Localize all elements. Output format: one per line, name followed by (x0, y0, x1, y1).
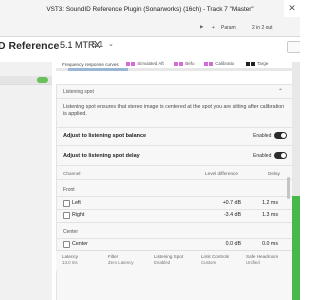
legend-label: Simulated Aft (137, 61, 164, 66)
stat-label: Limit Controls (201, 254, 230, 259)
series-swatch (251, 62, 255, 66)
chevron-down-icon[interactable]: ⌄ (108, 40, 114, 48)
stat-value: Enabled (154, 260, 171, 265)
level-difference: 0.0 dB (225, 241, 241, 247)
level-difference: -3.4 dB (223, 212, 241, 218)
channel-delay: 1.2 ms (262, 200, 278, 206)
panel-header[interactable]: Listening spot (63, 89, 94, 95)
series-swatch (179, 62, 183, 66)
preset-format[interactable]: 5.1 (92, 40, 103, 49)
divider (57, 222, 293, 223)
stat-label: Filter (108, 254, 119, 259)
legend-label: Targe (257, 61, 269, 66)
divider (57, 209, 293, 210)
legend-item[interactable]: Calibratio (204, 61, 234, 66)
sidebar (0, 62, 52, 300)
legend-title: Frequency response curves (62, 62, 119, 67)
channel-checkbox[interactable] (63, 212, 70, 219)
divider (57, 238, 293, 239)
legend-label: Calibratio (215, 61, 235, 66)
channel-name: Left (72, 200, 81, 206)
status-badge (37, 77, 48, 83)
level-difference: +0.7 dB (222, 200, 241, 206)
stat-value: Unified (246, 260, 260, 265)
window-title: VST3: SoundID Reference Plugin (Sonarwor… (46, 6, 254, 13)
title-bar: VST3: SoundID Reference Plugin (Sonarwor… (0, 0, 300, 37)
stat-value: 13.0 ms (62, 260, 78, 265)
status-footer: Latency 13.0 ms Filter Zero Latency List… (56, 250, 292, 271)
series-swatch (174, 62, 178, 66)
channel-checkbox[interactable] (63, 241, 70, 248)
chevron-up-icon[interactable]: ⌃ (278, 88, 283, 95)
column-header-delay: Delay (268, 171, 280, 176)
close-button[interactable]: ✕ (284, 0, 300, 17)
legend-label: Befo (185, 61, 195, 66)
param-button[interactable]: Param (221, 25, 236, 31)
stat-value: Custom (201, 260, 217, 265)
channel-name: Center (72, 241, 88, 247)
play-icon[interactable]: ▶ (200, 24, 203, 30)
stat-label: Listening Spot (154, 254, 184, 259)
series-swatch (204, 62, 208, 66)
panel-description: Listening spot ensures that stereo image… (63, 104, 285, 118)
divider (57, 145, 293, 146)
legend-item[interactable]: Simulated Aft (126, 61, 164, 66)
panel-toggle-icon[interactable] (287, 41, 300, 53)
channel-checkbox[interactable] (63, 200, 70, 207)
divider (57, 179, 293, 180)
stat-label: Safe Headroom (246, 254, 279, 259)
brand-title: D Reference (0, 40, 60, 52)
column-header-level: Level difference (205, 171, 239, 176)
delay-setting-state: Enabled (253, 153, 272, 159)
divider (57, 127, 293, 128)
divider (57, 196, 293, 197)
series-swatch (246, 62, 250, 66)
scrollbar[interactable] (287, 177, 290, 199)
meter-fill (292, 196, 300, 300)
group-label: Center (63, 229, 79, 235)
column-header-channel: Channel (63, 171, 81, 176)
group-label: Front (63, 187, 75, 193)
stat-label: Latency (62, 254, 79, 259)
legend-item[interactable]: Targe (246, 61, 268, 66)
divider (57, 165, 293, 166)
series-swatch (131, 62, 135, 66)
delay-setting-label: Adjust to listening spot delay (63, 153, 140, 159)
add-button[interactable]: + (212, 25, 215, 31)
curve-legend: Frequency response curves Simulated Aft … (56, 58, 296, 71)
series-swatch (209, 62, 213, 66)
divider (0, 84, 52, 85)
stat-value: Zero Latency (108, 260, 134, 265)
divider (57, 98, 293, 99)
delay-toggle[interactable] (274, 152, 287, 159)
graph-curve (68, 68, 128, 71)
channel-name: Right (72, 212, 85, 218)
io-button[interactable]: 2 in 2 out (252, 25, 273, 31)
balance-setting-label: Adjust to listening spot balance (63, 133, 147, 139)
channel-delay: 1.3 ms (262, 212, 278, 218)
balance-toggle[interactable] (274, 132, 287, 139)
output-level-meter (292, 62, 300, 300)
legend-item[interactable]: Befo (174, 61, 195, 66)
plugin-window: VST3: SoundID Reference Plugin (Sonarwor… (0, 0, 300, 300)
channel-delay: 0.0 ms (262, 241, 278, 247)
series-swatch (126, 62, 130, 66)
balance-setting-state: Enabled (253, 133, 272, 139)
